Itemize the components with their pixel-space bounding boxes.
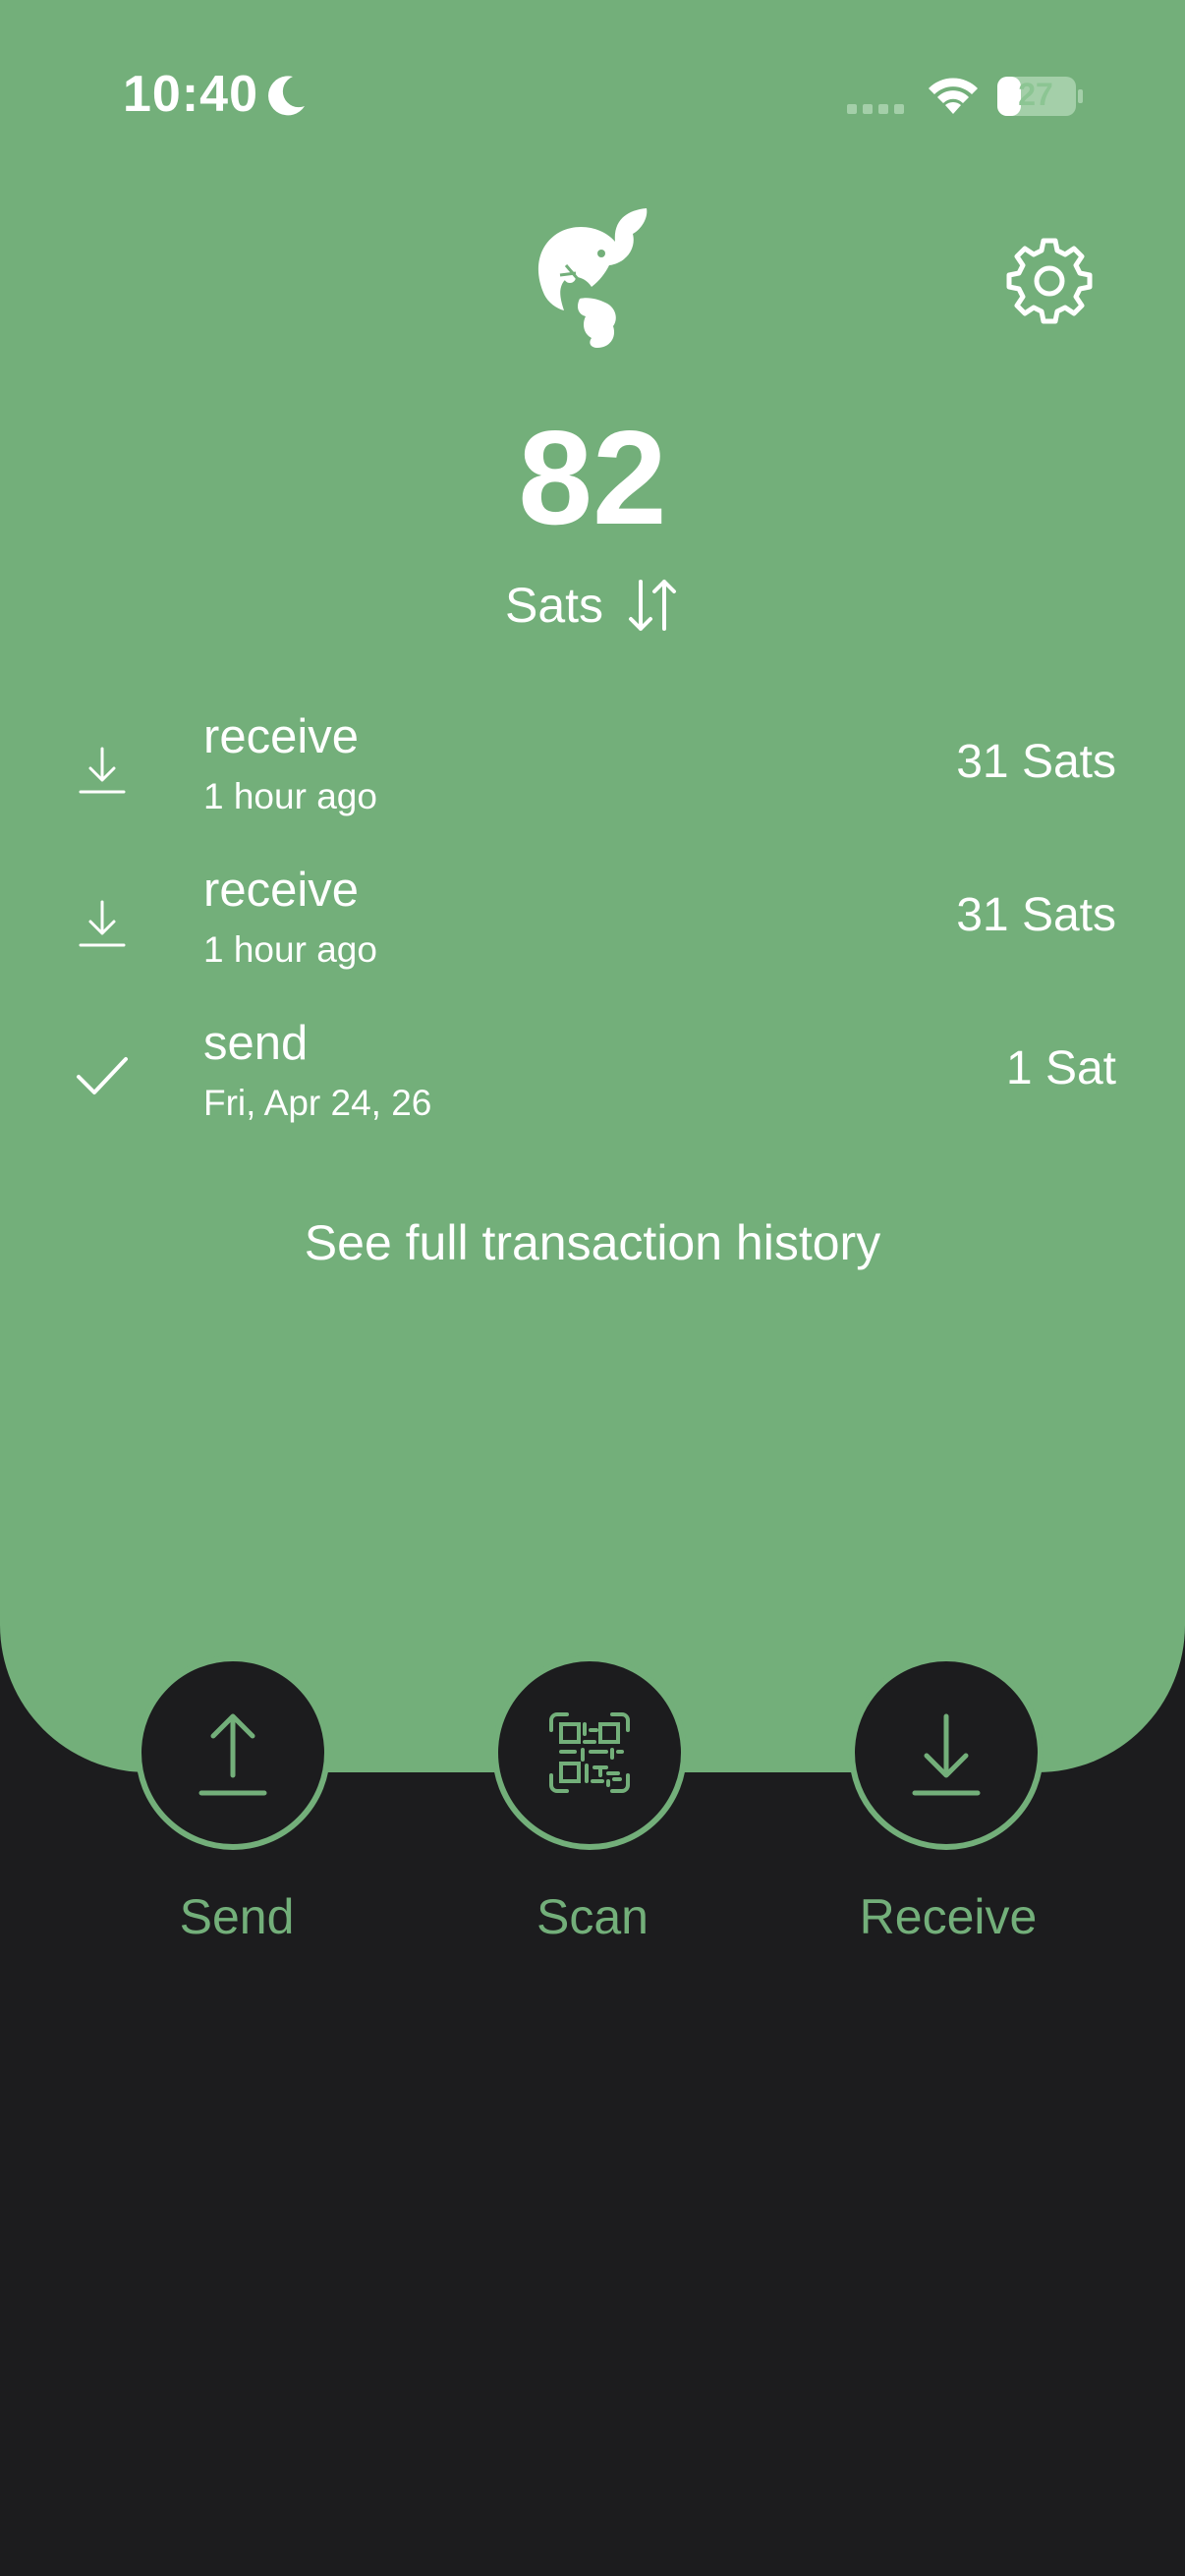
transaction-amount: 31 Sats — [956, 736, 1116, 788]
download-icon — [79, 900, 126, 947]
transaction-time: 1 hour ago — [203, 929, 377, 970]
transaction-type: send — [203, 1017, 309, 1070]
transaction-type: receive — [203, 710, 359, 763]
receive-label[interactable]: Receive — [801, 1888, 1096, 1945]
transaction-amount: 31 Sats — [956, 889, 1116, 941]
balance-unit: Sats — [504, 578, 604, 633]
gear-icon[interactable] — [1006, 238, 1093, 324]
transaction-amount: 1 Sat — [1005, 1042, 1116, 1094]
transaction-row[interactable]: send Fri, Apr 24, 26 1 Sat — [0, 1012, 1185, 1149]
transaction-time: Fri, Apr 24, 26 — [203, 1083, 432, 1123]
upload-icon — [198, 1713, 267, 1796]
unit-toggle[interactable]: Sats — [0, 574, 1185, 637]
transaction-time: 1 hour ago — [203, 776, 377, 816]
send-label[interactable]: Send — [89, 1888, 384, 1945]
scan-label[interactable]: Scan — [445, 1888, 740, 1945]
balance-amount: 82 — [518, 403, 667, 552]
qr-code-icon — [549, 1712, 630, 1793]
transaction-type: receive — [203, 864, 359, 917]
status-time: 10:40 — [123, 66, 258, 123]
download-icon — [79, 747, 126, 794]
receive-button[interactable] — [849, 1655, 1044, 1850]
download-icon — [912, 1713, 981, 1796]
wifi-icon — [929, 78, 978, 114]
battery-level: 27 — [1018, 77, 1053, 112]
scan-button[interactable] — [492, 1655, 687, 1850]
checkmark-icon — [77, 1057, 128, 1094]
squirrel-logo-icon — [537, 208, 648, 348]
transaction-row[interactable]: receive 1 hour ago 31 Sats — [0, 705, 1185, 843]
cellular-signal-icon — [847, 104, 904, 114]
status-bar: 10:40 27 — [0, 0, 1185, 187]
transaction-row[interactable]: receive 1 hour ago 31 Sats — [0, 859, 1185, 996]
swap-arrows-icon[interactable] — [625, 576, 680, 635]
full-history-link[interactable]: See full transaction history — [0, 1214, 1185, 1271]
moon-icon — [268, 76, 305, 116]
send-button[interactable] — [136, 1655, 330, 1850]
